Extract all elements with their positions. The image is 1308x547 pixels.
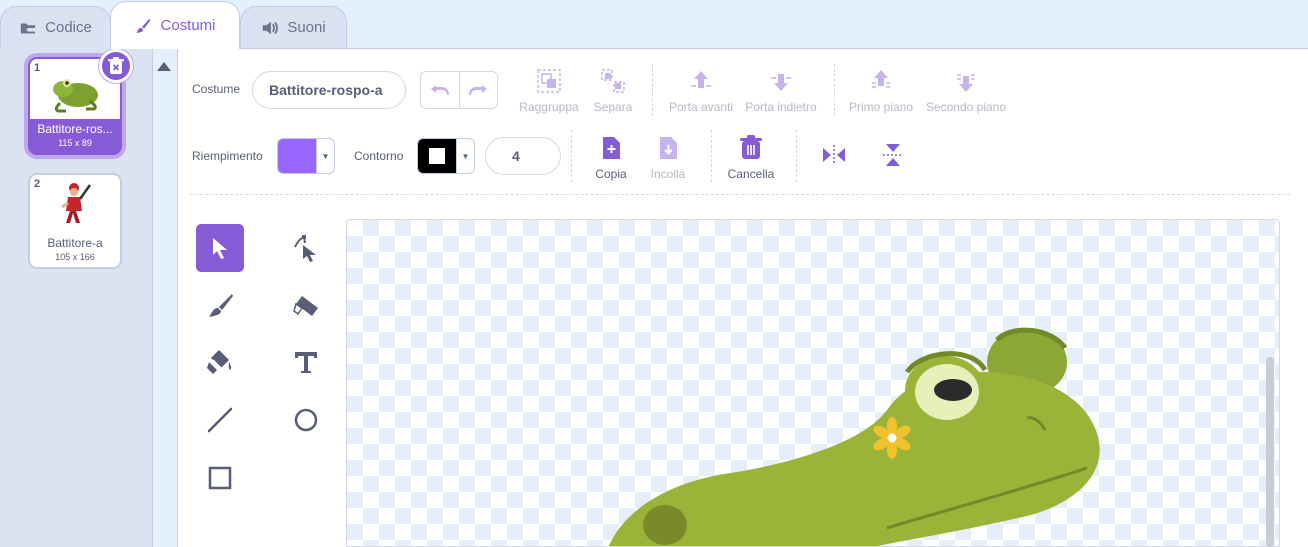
- back-button[interactable]: Secondo piano: [922, 68, 1010, 114]
- undo-icon: [430, 85, 449, 95]
- tab-sounds-label: Suoni: [287, 19, 326, 36]
- arrow-cursor-icon: [213, 238, 227, 259]
- paste-button[interactable]: Incolla: [646, 135, 690, 181]
- tab-costumes[interactable]: Costumi: [110, 1, 240, 49]
- costume-name-label: Costume: [192, 82, 241, 96]
- select-tool[interactable]: [196, 224, 244, 272]
- batter-thumbnail-image: [61, 183, 92, 223]
- speaker-icon: [263, 21, 279, 34]
- reshape-tool[interactable]: [282, 224, 330, 272]
- group-icon: [537, 69, 561, 93]
- copy-button[interactable]: Copia: [590, 135, 632, 181]
- forward-button[interactable]: Porta avanti: [666, 68, 736, 114]
- delete-label: Cancella: [727, 167, 775, 181]
- redo-icon: [469, 85, 488, 95]
- front-button[interactable]: Primo piano: [846, 68, 916, 114]
- scroll-up-arrow-icon[interactable]: [156, 60, 172, 72]
- costume-size: 115 x 89: [58, 138, 92, 148]
- ungroup-label: Separa: [593, 100, 633, 114]
- line-tool[interactable]: [196, 396, 244, 444]
- forward-label: Porta avanti: [668, 100, 734, 114]
- brush-tool[interactable]: [196, 282, 244, 330]
- toolbar-separator: [190, 194, 1290, 195]
- costume-number: 1: [34, 62, 41, 74]
- tab-code-label: Codice: [45, 19, 92, 36]
- group-button[interactable]: Raggruppa: [518, 68, 580, 114]
- ungroup-button[interactable]: Separa: [590, 68, 636, 114]
- send-to-back-icon: [957, 74, 975, 92]
- brush-icon: [209, 294, 233, 317]
- tab-costumes-label: Costumi: [160, 17, 216, 34]
- tab-code[interactable]: Codice: [0, 6, 111, 48]
- fill-label: Riempimento: [192, 149, 263, 163]
- flip-horizontal-icon: [823, 145, 845, 165]
- eraser-tool[interactable]: [282, 282, 330, 330]
- backward-label: Porta indietro: [745, 100, 817, 114]
- paint-bucket-icon: [207, 350, 232, 374]
- costume-name-input[interactable]: [252, 71, 406, 109]
- fill-color-picker[interactable]: ▼: [277, 138, 335, 174]
- toolbar-divider: [834, 64, 835, 116]
- code-icon: [20, 23, 36, 33]
- flip-vertical-button[interactable]: [879, 142, 907, 168]
- drawing-canvas[interactable]: [346, 219, 1280, 547]
- backward-icon: [771, 74, 791, 91]
- rectangle-icon: [208, 466, 232, 490]
- delete-costume-button[interactable]: [99, 49, 133, 83]
- undo-redo-group: [420, 71, 498, 109]
- group-label: Raggruppa: [519, 100, 579, 114]
- back-label: Secondo piano: [925, 100, 1007, 114]
- canvas-scrollbar[interactable]: [1266, 357, 1274, 547]
- ungroup-icon: [601, 69, 625, 93]
- line-icon: [207, 407, 233, 433]
- paste-icon: [660, 137, 677, 159]
- paste-label: Incolla: [650, 167, 686, 181]
- undo-button[interactable]: [421, 72, 459, 108]
- tab-sounds[interactable]: Suoni: [240, 6, 347, 48]
- circle-tool[interactable]: [282, 396, 330, 444]
- delete-button[interactable]: Cancella: [726, 135, 776, 181]
- redo-button[interactable]: [458, 72, 497, 108]
- bring-to-front-icon: [872, 70, 890, 88]
- costume-name: Battitore-a: [47, 236, 103, 250]
- toolbar-divider: [711, 130, 712, 182]
- circle-icon: [294, 408, 318, 432]
- backward-button[interactable]: Porta indietro: [742, 68, 820, 114]
- trash-icon: [740, 135, 762, 159]
- chevron-down-icon: ▼: [316, 139, 334, 173]
- costume-number: 2: [34, 178, 41, 190]
- costume-name: Battitore-ros...: [37, 122, 113, 136]
- outline-width-input[interactable]: [485, 137, 561, 175]
- brush-icon: [137, 18, 151, 33]
- editor-tabs: Codice Costumi Suoni: [0, 0, 1308, 49]
- costume-item-2[interactable]: 2 Battitore-a 105 x 166: [28, 173, 122, 269]
- toolbar-divider: [796, 130, 797, 182]
- outline-color-swatch: [418, 139, 456, 173]
- text-icon: [295, 352, 317, 373]
- trash-icon: [108, 57, 124, 74]
- frog-costume-image[interactable]: [347, 220, 1280, 547]
- toolbar-divider: [571, 130, 572, 182]
- reshape-icon: [294, 235, 316, 262]
- copy-icon: [603, 137, 620, 159]
- text-tool[interactable]: [282, 338, 330, 386]
- fill-tool[interactable]: [196, 338, 244, 386]
- rectangle-tool[interactable]: [196, 454, 244, 502]
- costume-size: 105 x 166: [55, 252, 95, 262]
- forward-icon: [691, 71, 711, 88]
- toolbar-divider: [652, 64, 653, 116]
- outline-label: Contorno: [354, 149, 404, 163]
- chevron-down-icon: ▼: [456, 139, 474, 173]
- fill-color-swatch: [278, 139, 316, 173]
- eraser-icon: [293, 296, 318, 316]
- outline-color-picker[interactable]: ▼: [417, 138, 475, 174]
- flip-vertical-icon: [883, 144, 903, 166]
- copy-label: Copia: [595, 167, 627, 181]
- flip-horizontal-button[interactable]: [820, 143, 848, 167]
- front-label: Primo piano: [848, 100, 914, 114]
- costume-thumbnail: [30, 175, 120, 235]
